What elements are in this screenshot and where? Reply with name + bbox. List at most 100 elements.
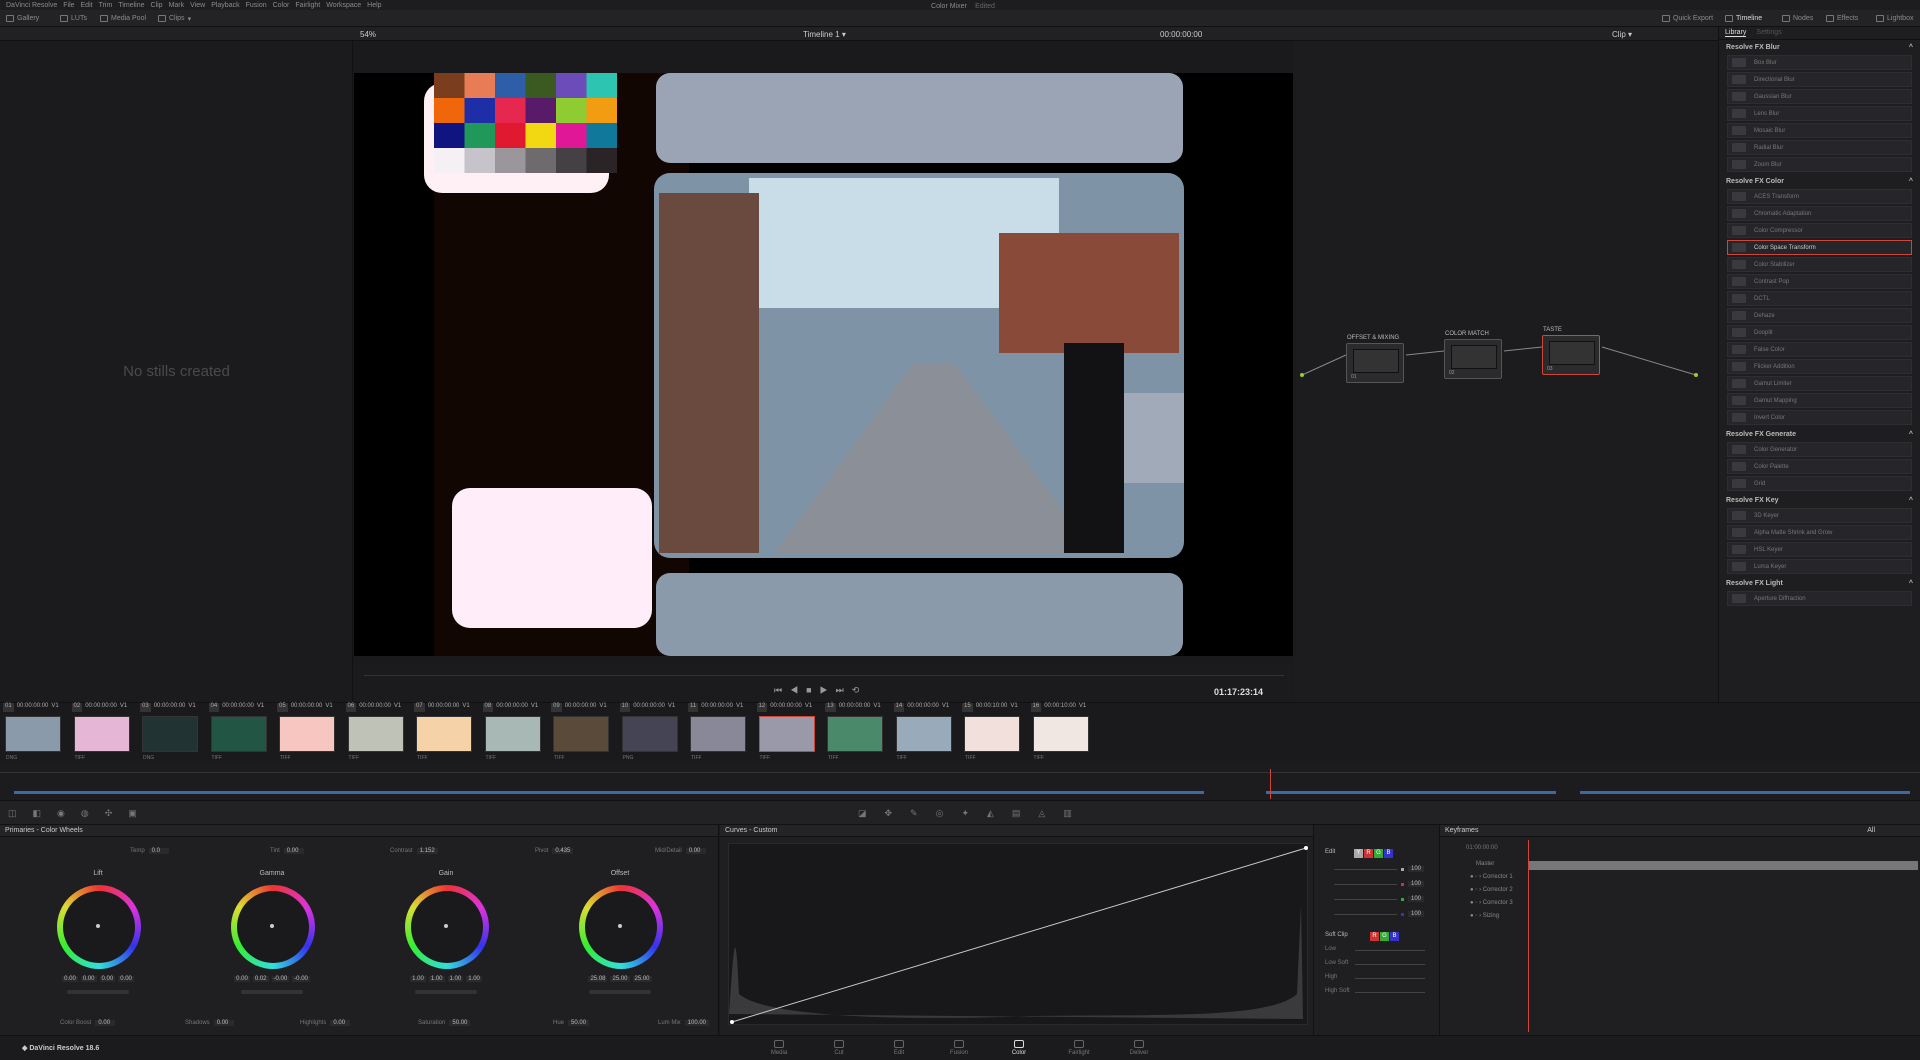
shadows-param[interactable]: Shadows 0.00	[185, 1020, 234, 1026]
clip-thumbnail[interactable]: 13 00:00:00:00 V1 TIFF	[825, 703, 887, 765]
zoom-level[interactable]: 54%	[360, 30, 376, 39]
clip-thumbnail[interactable]: 16 00:00:10:00 V1 TIFF	[1030, 703, 1093, 765]
clip-thumbnail[interactable]: 09 00:00:00:00 V1 TIFF	[551, 703, 613, 765]
library-item[interactable]: False Color	[1727, 342, 1912, 357]
library-item[interactable]: Mosaic Blur	[1727, 123, 1912, 138]
channel-intensity[interactable]: 100	[1334, 896, 1424, 902]
library-item[interactable]: Invert Color	[1727, 410, 1912, 425]
library-item[interactable]: Contrast Pop	[1727, 274, 1912, 289]
keyframe-row[interactable]: Master	[1476, 861, 1494, 867]
library-item[interactable]: Gamut Mapping	[1727, 393, 1912, 408]
video-viewer[interactable]	[354, 73, 1293, 656]
library-item[interactable]: Lens Blur	[1727, 106, 1912, 121]
keyframe-row[interactable]: ● ◦ › Corrector 1	[1470, 874, 1513, 880]
library-item[interactable]: Luma Keyer	[1727, 559, 1912, 574]
channel-intensity[interactable]: 100	[1334, 866, 1424, 872]
quick-export-button[interactable]: Quick Export	[1662, 13, 1713, 24]
color-wheel-lift[interactable]: Lift 0.00 0.00 0.00 0.00	[43, 870, 153, 1010]
nodes-button[interactable]: Nodes	[1782, 13, 1813, 24]
node-color-match[interactable]: COLOR MATCH 02	[1444, 331, 1502, 379]
clip-thumbnail[interactable]: 01 00:00:00:00 V1 DNG	[3, 703, 65, 765]
keyframe-row[interactable]: ● ◦ › Corrector 2	[1470, 887, 1513, 893]
gallery-button[interactable]: Gallery	[6, 13, 39, 24]
clip-thumbnail[interactable]: 11 00:00:00:00 V1 TIFF	[688, 703, 750, 765]
clip-thumbnail[interactable]: 04 00:00:00:00 V1 TIFF	[208, 703, 271, 765]
hue-param[interactable]: Hue 50.00	[553, 1020, 590, 1026]
clip-thumbnail[interactable]: 07 00:00:00:00 V1 TIFF	[414, 703, 476, 765]
clip-thumbnail[interactable]: 10 00:00:00:00 V1 PNG	[619, 703, 682, 765]
library-section-header[interactable]: Resolve FX Blur ^	[1719, 40, 1920, 53]
page-tab-color[interactable]: Color	[994, 1040, 1044, 1056]
collapse-icon[interactable]: ^	[1909, 580, 1913, 587]
clip-thumbnail[interactable]: 05 00:00:00:00 V1 TIFF	[277, 703, 339, 765]
softclip-toggles[interactable]: RGB	[1370, 930, 1400, 941]
playback-buttons[interactable]: ⏮◀■▶⏭⟲	[774, 685, 867, 696]
wheel-handle[interactable]	[270, 924, 274, 928]
wheel-master-slider[interactable]	[589, 990, 651, 994]
colorboost-param[interactable]: Color Boost 0.00	[60, 1020, 116, 1026]
library-item[interactable]: Box Blur	[1727, 55, 1912, 70]
wheel-handle[interactable]	[444, 924, 448, 928]
highlights-param[interactable]: Highlights 0.00	[300, 1020, 351, 1026]
page-tab-fairlight[interactable]: Fairlight	[1054, 1040, 1104, 1056]
library-section-header[interactable]: Resolve FX Generate ^	[1719, 427, 1920, 440]
library-item[interactable]: ACES Transform	[1727, 189, 1912, 204]
library-item[interactable]: Radial Blur	[1727, 140, 1912, 155]
color-wheel-offset[interactable]: Offset 25.08 25.00 25.00	[565, 870, 675, 1010]
library-item[interactable]: Gamut Limiter	[1727, 376, 1912, 391]
page-tab-edit[interactable]: Edit	[874, 1040, 924, 1056]
curve-graph[interactable]	[728, 843, 1308, 1025]
node-offset-mixing[interactable]: OFFSET & MIXING 01	[1346, 335, 1404, 383]
wheel-master-slider[interactable]	[67, 990, 129, 994]
collapse-icon[interactable]: ^	[1909, 431, 1913, 438]
softclip-row[interactable]: Low Soft	[1325, 960, 1430, 966]
collapse-icon[interactable]: ^	[1909, 178, 1913, 185]
lummix-param[interactable]: Lum Mix 100.00	[658, 1020, 710, 1026]
channel-toggles[interactable]: YRGB	[1354, 847, 1394, 858]
timeline-button[interactable]: Timeline	[1725, 13, 1762, 24]
page-tab-deliver[interactable]: Deliver	[1114, 1040, 1164, 1056]
library-item[interactable]: DCTL	[1727, 291, 1912, 306]
library-section-header[interactable]: Resolve FX Light ^	[1719, 576, 1920, 589]
library-item[interactable]: Dehaze	[1727, 308, 1912, 323]
library-item[interactable]: Color Generator	[1727, 442, 1912, 457]
node-graph[interactable]: OFFSET & MIXING 01 COLOR MATCH 02 TASTE 03	[1294, 41, 1718, 702]
keyframes-filter[interactable]: All	[1867, 827, 1875, 834]
channel-intensity[interactable]: 100	[1334, 911, 1424, 917]
library-item[interactable]: Zoom Blur	[1727, 157, 1912, 172]
playhead[interactable]	[1270, 769, 1271, 799]
library-item[interactable]: Grid	[1727, 476, 1912, 491]
temp-param[interactable]: Temp 0.0	[130, 848, 169, 854]
node-taste[interactable]: TASTE 03	[1542, 327, 1600, 375]
mini-timeline[interactable]	[0, 764, 1920, 801]
color-wheel-gain[interactable]: Gain 1.00 1.00 1.00 1.00	[391, 870, 501, 1010]
clips-button[interactable]: Clips ▾	[158, 13, 191, 24]
library-item[interactable]: Alpha Matte Shrink and Grow	[1727, 525, 1912, 540]
collapse-icon[interactable]: ^	[1909, 44, 1913, 51]
palette-icons-left[interactable]: ◫◧◉◍✣▣	[8, 808, 153, 819]
wheel-master-slider[interactable]	[415, 990, 477, 994]
tint-param[interactable]: Tint 0.00	[270, 848, 304, 854]
scrubber-track[interactable]	[364, 675, 1284, 676]
keyframe-playhead[interactable]	[1528, 840, 1529, 1032]
keyframe-row[interactable]: ● ◦ › Sizing	[1470, 913, 1499, 919]
media-pool-button[interactable]: Media Pool	[100, 13, 146, 24]
middetail-param[interactable]: Mid/Detail 0.00	[655, 848, 706, 854]
clip-thumbnail[interactable]: 08 00:00:00:00 V1 TIFF	[482, 703, 545, 765]
effects-button[interactable]: Effects	[1826, 13, 1858, 24]
saturation-param[interactable]: Saturation 50.00	[418, 1020, 471, 1026]
clip-mode-selector[interactable]: Clip ▾	[1612, 30, 1632, 39]
tab-library[interactable]: Library	[1725, 29, 1747, 37]
lightbox-button[interactable]: Lightbox	[1876, 13, 1913, 24]
clip-thumbnail[interactable]: 15 00:00:10:00 V1 TIFF	[962, 703, 1024, 765]
page-tab-cut[interactable]: Cut	[814, 1040, 864, 1056]
channel-intensity[interactable]: 100	[1334, 881, 1424, 887]
luts-button[interactable]: LUTs	[60, 13, 87, 24]
softclip-row[interactable]: High	[1325, 974, 1430, 980]
library-item[interactable]: HSL Keyer	[1727, 542, 1912, 557]
wheel-handle[interactable]	[618, 924, 622, 928]
library-item[interactable]: Color Stabilizer	[1727, 257, 1912, 272]
wheel-handle[interactable]	[96, 924, 100, 928]
wheel-master-slider[interactable]	[241, 990, 303, 994]
clip-thumbnail[interactable]: 06 00:00:00:00 V1 TIFF	[345, 703, 408, 765]
